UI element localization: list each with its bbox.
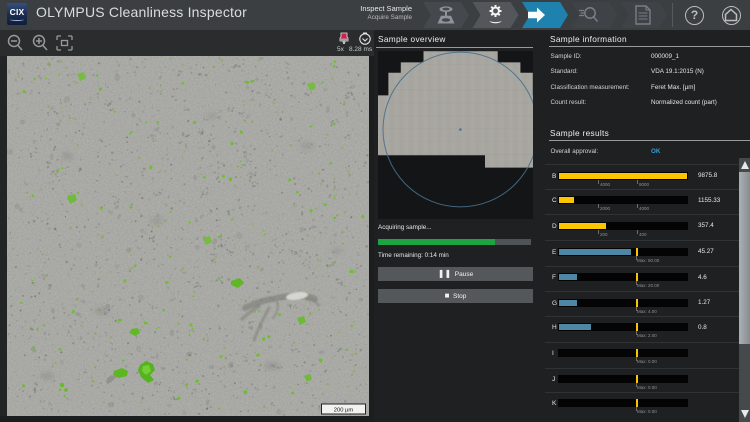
svg-text:200 µm: 200 µm xyxy=(334,407,354,413)
